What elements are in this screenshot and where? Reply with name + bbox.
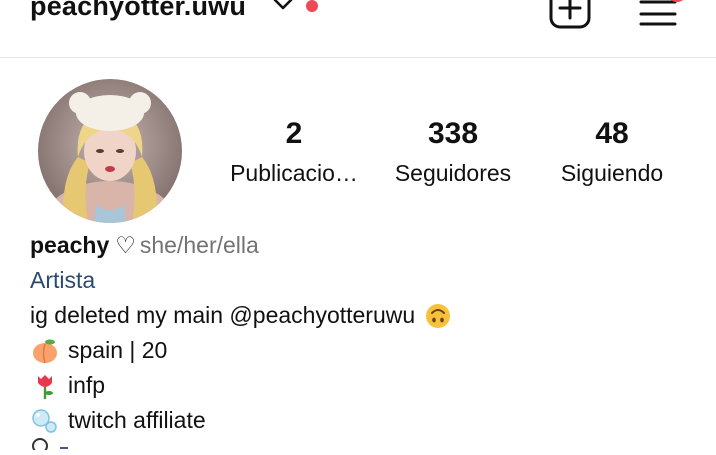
bio-name-line: peachy ♡ she/her/ella	[30, 228, 453, 263]
bio-text-3: infp	[68, 372, 106, 398]
following-stat[interactable]: 48 Siguiendo	[548, 116, 676, 189]
followers-stat[interactable]: 338 Seguidores	[384, 116, 522, 189]
posts-label: Publicacio…	[230, 160, 358, 186]
tulip-emoji	[38, 374, 53, 399]
following-label: Siguiendo	[560, 160, 664, 186]
profile-category[interactable]: Artista	[30, 263, 95, 298]
peach-emoji	[33, 339, 57, 363]
bio-text-2: spain | 20	[68, 337, 168, 363]
name-heart: ♡	[115, 232, 136, 258]
profile-bio: peachy ♡ she/her/ella Artista ig deleted…	[30, 228, 453, 438]
posts-stat[interactable]: 2 Publicacio…	[224, 116, 364, 189]
username-title[interactable]: peachyotter.uwu	[30, 0, 246, 22]
following-count: 48	[595, 117, 629, 150]
bio-category-line: Artista	[30, 263, 453, 298]
chevron-down-icon[interactable]	[272, 0, 294, 13]
bio-line-1: ig deleted my main @peachyotteruwu	[30, 298, 453, 333]
bio-line-2: spain | 20	[30, 333, 453, 368]
plus-square-icon[interactable]	[548, 0, 592, 30]
upside-down-face-emoji	[426, 303, 451, 328]
bio-link-partial[interactable]	[30, 436, 70, 455]
bio-text-4: twitch affiliate	[68, 407, 206, 433]
posts-count: 2	[285, 117, 303, 150]
followers-count: 338	[427, 117, 479, 150]
followers-label: Seguidores	[394, 160, 512, 186]
bio-line-4: twitch affiliate	[30, 403, 453, 438]
pronouns: she/her/ella	[139, 232, 259, 258]
bio-text-1: ig deleted my main @peachyotteruwu	[30, 302, 416, 328]
display-name: peachy	[30, 232, 110, 258]
top-bar: peachyotter.uwu	[0, 0, 716, 58]
bubbles-emoji	[32, 408, 57, 433]
bio-line-3: infp	[30, 368, 453, 403]
hamburger-menu-icon[interactable]	[638, 0, 678, 30]
profile-avatar[interactable]	[38, 79, 182, 223]
notification-dot	[306, 0, 318, 12]
